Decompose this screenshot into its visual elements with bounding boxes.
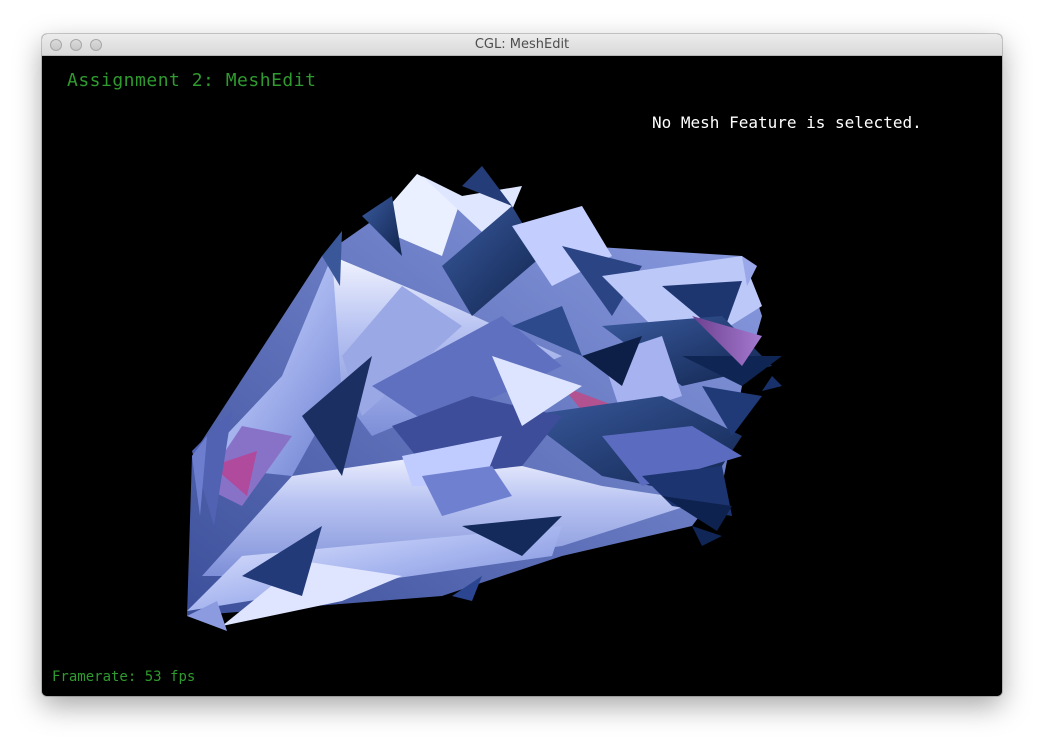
framerate-label: Framerate:: [52, 669, 137, 685]
render-viewport[interactable]: Assignment 2: MeshEdit No Mesh Feature i…: [42, 56, 1002, 696]
selection-status: No Mesh Feature is selected.: [652, 113, 922, 132]
window-title: CGL: MeshEdit: [474, 37, 570, 52]
assignment-title: Assignment 2: MeshEdit: [67, 70, 317, 91]
mesh-face: [762, 376, 782, 391]
title-bar[interactable]: CGL: MeshEdit: [42, 34, 1002, 56]
mesh-render[interactable]: [42, 56, 1002, 696]
framerate-readout: Framerate: 53 fps: [52, 669, 195, 685]
framerate-value: 53 fps: [144, 669, 196, 685]
app-window: CGL: MeshEdit Assignment 2: MeshEdit No …: [42, 34, 1002, 696]
